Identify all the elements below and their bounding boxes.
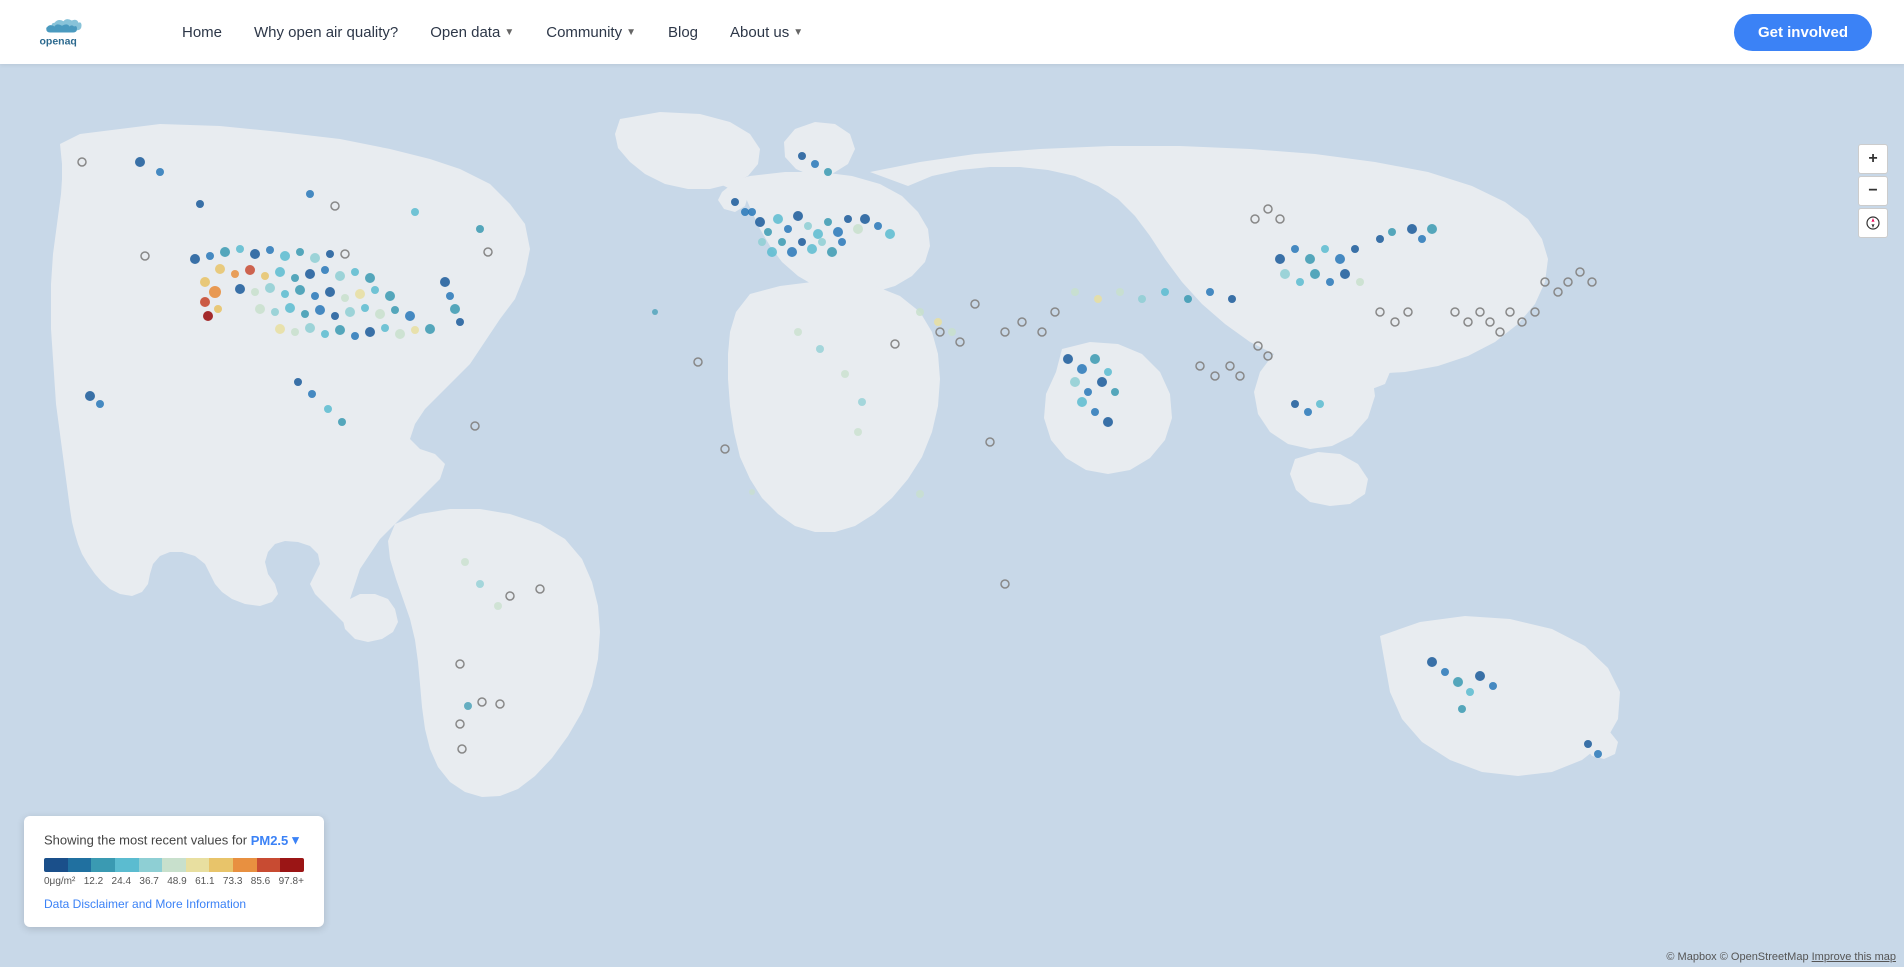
pollutant-chevron-icon: ▾: [292, 832, 299, 848]
nav-about-us[interactable]: About us ▼: [718, 16, 815, 49]
color-scale: [44, 858, 304, 872]
pollutant-selector[interactable]: PM2.5 ▾: [251, 832, 299, 848]
nav-community[interactable]: Community ▼: [534, 16, 648, 49]
nav-open-data[interactable]: Open data ▼: [418, 16, 526, 49]
improve-map-link[interactable]: Improve this map: [1812, 951, 1896, 963]
legend-panel: Showing the most recent values for PM2.5…: [24, 816, 324, 927]
about-us-chevron-icon: ▼: [793, 27, 803, 38]
map-attribution: © Mapbox © OpenStreetMap Improve this ma…: [1666, 951, 1896, 963]
map-controls: + −: [1858, 144, 1888, 238]
scale-labels: 0μg/m²12.224.436.748.961.173.385.697.8+: [44, 876, 304, 887]
nav-blog[interactable]: Blog: [656, 16, 710, 49]
community-chevron-icon: ▼: [626, 27, 636, 38]
header: openaq Home Why open air quality? Open d…: [0, 0, 1904, 64]
legend-title: Showing the most recent values for PM2.5…: [44, 832, 304, 848]
get-involved-button[interactable]: Get involved: [1734, 14, 1872, 51]
map-container[interactable]: + − Showing the most recent values for P…: [0, 64, 1904, 967]
logo-link[interactable]: openaq: [32, 13, 122, 51]
zoom-in-button[interactable]: +: [1858, 144, 1888, 174]
svg-text:openaq: openaq: [40, 36, 77, 48]
open-data-chevron-icon: ▼: [504, 27, 514, 38]
reset-bearing-button[interactable]: [1858, 208, 1888, 238]
data-disclaimer-link[interactable]: Data Disclaimer and More Information: [44, 897, 304, 911]
nav-why-open-air[interactable]: Why open air quality?: [242, 16, 410, 49]
compass-icon: [1866, 216, 1880, 230]
zoom-out-button[interactable]: −: [1858, 176, 1888, 206]
nav-home[interactable]: Home: [170, 16, 234, 49]
openaq-logo: openaq: [32, 13, 122, 51]
main-nav: Home Why open air quality? Open data ▼ C…: [170, 16, 1734, 49]
